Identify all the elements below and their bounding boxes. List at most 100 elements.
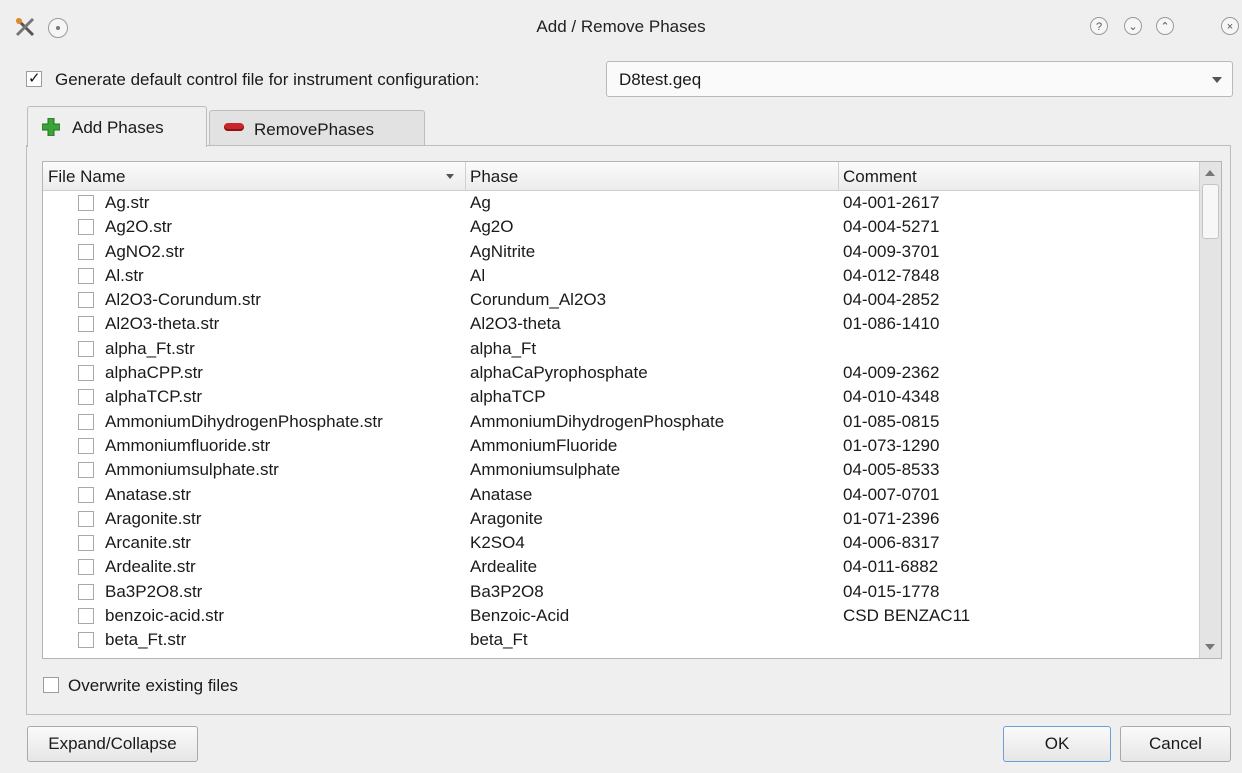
row-checkbox[interactable] (78, 195, 94, 211)
vertical-scrollbar[interactable] (1199, 162, 1221, 658)
table-row[interactable]: Ag2O.str Ag2O 04-004-5271 (43, 215, 1200, 239)
file-name-cell: alphaTCP.str (105, 387, 203, 407)
phase-cell: Aragonite (470, 508, 543, 528)
dropdown-arrow-icon[interactable] (1212, 77, 1222, 83)
column-divider[interactable] (838, 162, 839, 190)
table-body: Ag.str Ag 04-001-2617 Ag2O.str Ag2O 04-004-52… (43, 191, 1200, 653)
table-row[interactable]: Arcanite.str K2SO4 04-006-8317 (43, 531, 1200, 555)
comment-cell: 01-086-1410 (843, 314, 940, 334)
row-checkbox[interactable] (78, 316, 94, 333)
comment-cell: 04-012-7848 (843, 265, 940, 285)
expand-collapse-button[interactable]: Expand/Collapse (27, 726, 198, 762)
cancel-button[interactable]: Cancel (1120, 726, 1231, 762)
ok-button[interactable]: OK (1003, 726, 1111, 762)
tab-remove-phases-label: RemovePhases (254, 120, 375, 139)
table-row[interactable]: Anatase.str Anatase 04-007-0701 (43, 483, 1200, 507)
phase-cell: AmmoniumFluoride (470, 435, 618, 455)
comment-cell: 01-085-0815 (843, 411, 940, 431)
close-button[interactable]: × (1221, 17, 1239, 35)
row-checkbox[interactable] (78, 389, 94, 406)
table-row[interactable]: alphaTCP.str alphaTCP 04-010-4348 (43, 385, 1200, 409)
help-button[interactable]: ? (1090, 17, 1108, 35)
scrollbar-thumb[interactable] (1202, 184, 1219, 239)
row-checkbox[interactable] (78, 583, 94, 600)
header-file-name[interactable]: File Name (48, 167, 125, 187)
phase-cell: Al (470, 265, 486, 285)
table-row[interactable]: Aragonite.str Aragonite 01-071-2396 (43, 507, 1200, 531)
table-row[interactable]: Ag.str Ag 04-001-2617 (43, 191, 1200, 215)
row-checkbox[interactable] (78, 510, 94, 527)
row-checkbox[interactable] (78, 559, 94, 576)
row-checkbox[interactable] (78, 462, 94, 479)
row-checkbox[interactable] (78, 292, 94, 309)
table-row[interactable]: benzoic-acid.str Benzoic-Acid CSD BENZAC11 (43, 604, 1200, 628)
row-checkbox[interactable] (78, 340, 94, 357)
row-checkbox[interactable] (78, 243, 94, 260)
table-row[interactable]: Al.str Al 04-012-7848 (43, 264, 1200, 288)
phase-cell: Benzoic-Acid (470, 606, 570, 626)
generate-label: Generate default control file for instru… (55, 70, 480, 89)
table-row[interactable]: AgNO2.str AgNitrite 04-009-3701 (43, 240, 1200, 264)
phase-cell: AgNitrite (470, 241, 536, 261)
row-checkbox[interactable] (78, 632, 94, 649)
overwrite-label: Overwrite existing files (68, 676, 239, 695)
row-checkbox[interactable] (78, 486, 94, 503)
row-checkbox[interactable] (78, 437, 94, 454)
scroll-up-icon[interactable] (1205, 170, 1215, 176)
generate-checkbox[interactable] (26, 68, 42, 88)
file-name-cell: Ammoniumfluoride.str (105, 435, 271, 455)
comment-cell: 04-009-3701 (843, 241, 940, 261)
comment-cell: 04-011-6882 (843, 557, 939, 577)
phase-cell: Ammoniumsulphate (470, 460, 621, 480)
phase-cell: Ba3P2O8 (470, 581, 544, 601)
window-title: Add / Remove Phases (536, 17, 706, 36)
header-phase[interactable]: Phase (470, 167, 518, 187)
table-row[interactable]: Al2O3-Corundum.str Corundum_Al2O3 04-004-2… (43, 288, 1200, 312)
row-checkbox[interactable] (78, 608, 94, 625)
instrument-select[interactable]: D8test.geq (606, 61, 1233, 97)
maximize-button[interactable]: ⌃ (1156, 17, 1174, 35)
comment-cell: 01-071-2396 (843, 508, 940, 528)
table-row[interactable]: alphaCPP.str alphaCaPyrophosphate 04-009-2… (43, 361, 1200, 385)
phase-file-table[interactable]: File Name Phase Comment Ag.str Ag 04-001-2… (42, 161, 1222, 659)
file-name-cell: Al.str (105, 265, 144, 285)
tab-remove-phases[interactable]: RemovePhases (209, 110, 425, 146)
overwrite-checkbox[interactable] (43, 677, 59, 693)
scroll-down-icon[interactable] (1205, 644, 1215, 650)
header-comment[interactable]: Comment (843, 167, 917, 187)
comment-cell: 04-005-8533 (843, 460, 940, 480)
phase-cell: alphaCaPyrophosphate (470, 363, 648, 383)
file-name-cell: AmmoniumDihydrogenPhosphate.str (105, 411, 383, 431)
table-row[interactable]: beta_Ft.str beta_Ft (43, 628, 1200, 652)
generate-checkbox-box[interactable] (26, 69, 42, 87)
file-name-cell: alpha_Ft.str (105, 338, 195, 358)
file-name-cell: Ag.str (105, 193, 150, 212)
file-name-cell: Anatase.str (105, 484, 191, 504)
instrument-select-value: D8test.geq (619, 70, 702, 89)
row-checkbox[interactable] (78, 413, 94, 430)
row-checkbox[interactable] (78, 365, 94, 382)
title-bar: Add / Remove Phases ? ⌄ ⌃ × (0, 0, 1242, 58)
table-row[interactable]: Ammoniumsulphate.str Ammoniumsulphate 04-0… (43, 458, 1200, 482)
table-row[interactable]: Al2O3-theta.str Al2O3-theta 01-086-1410 (43, 312, 1200, 336)
comment-cell: 04-009-2362 (843, 363, 940, 383)
row-checkbox[interactable] (78, 219, 94, 236)
minimize-button[interactable]: ⌄ (1124, 17, 1142, 35)
row-checkbox[interactable] (78, 535, 94, 552)
phase-cell: AmmoniumDihydrogenPhosphate (470, 411, 725, 431)
file-name-cell: AgNO2.str (105, 241, 185, 261)
comment-cell: 04-004-5271 (843, 217, 940, 237)
table-row[interactable]: alpha_Ft.str alpha_Ft (43, 337, 1200, 361)
row-checkbox[interactable] (78, 267, 94, 284)
tab-add-phases[interactable]: Add Phases (27, 106, 207, 147)
table-row[interactable]: AmmoniumDihydrogenPhosphate.str AmmoniumD… (43, 410, 1200, 434)
file-name-cell: Ammoniumsulphate.str (105, 460, 279, 480)
phase-cell: Al2O3-theta (470, 314, 561, 334)
file-name-cell: Arcanite.str (105, 533, 191, 553)
comment-cell: 04-010-4348 (843, 387, 940, 407)
file-name-cell: beta_Ft.str (105, 630, 187, 650)
table-row[interactable]: Ba3P2O8.str Ba3P2O8 04-015-1778 (43, 580, 1200, 604)
column-divider[interactable] (465, 162, 466, 190)
table-row[interactable]: Ammoniumfluoride.str AmmoniumFluoride 01-0… (43, 434, 1200, 458)
table-row[interactable]: Ardealite.str Ardealite 04-011-6882 (43, 555, 1200, 579)
